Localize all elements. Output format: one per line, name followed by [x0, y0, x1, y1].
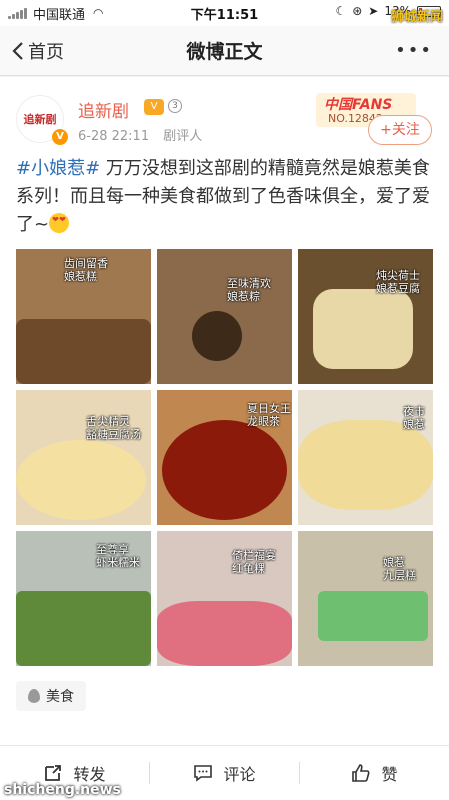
- post-card: 追新剧 V 追新剧 V 3 6-28 22:11 剧评人 中国FANS NO.1…: [0, 77, 449, 745]
- post-image[interactable]: 夜市 娘惹: [298, 390, 433, 525]
- topic-link[interactable]: #小娘惹#: [16, 158, 100, 179]
- image-caption: 倚栏福宴 红龟粿: [232, 549, 276, 575]
- food-shape: [157, 601, 292, 666]
- level-badge[interactable]: 3: [168, 99, 182, 113]
- post-text: #小娘惹# 万万没想到这部剧的精髓竟然是娘惹美食系列！而且每一种美食都做到了色香…: [16, 155, 434, 239]
- carrier-name: 中国联通: [33, 7, 86, 23]
- moon-icon: ☾: [335, 4, 347, 18]
- like-label: 赞: [381, 765, 398, 784]
- vip-badge[interactable]: V: [144, 99, 164, 115]
- post-image[interactable]: 倚栏福宴 红龟粿: [157, 531, 292, 666]
- topic-tag-label: 美食: [46, 689, 74, 705]
- comment-button[interactable]: 评论: [150, 746, 299, 800]
- image-caption: 舌尖精灵 豁糖豆腐汤: [86, 415, 141, 441]
- post-image[interactable]: 夏日女王 龙眼茶: [157, 390, 292, 525]
- status-bar: 中国联通 ◠ 下午11:51 ☾ ⊛ ➤ 13% 狮城新闻: [0, 0, 449, 26]
- back-label: 首页: [28, 41, 64, 63]
- food-shape: [16, 319, 151, 384]
- image-caption: 娘惹 九层糕: [383, 556, 416, 582]
- more-button[interactable]: •••: [395, 40, 433, 61]
- verified-icon: V: [52, 129, 68, 145]
- watermark-bottom: shicheng.news: [4, 782, 121, 798]
- image-caption: 炖尖荷士 娘惹豆腐: [376, 269, 420, 295]
- signal-icon: [8, 7, 27, 19]
- image-caption: 至味清欢 娘惹粽: [227, 277, 271, 303]
- comment-label: 评论: [223, 765, 256, 784]
- chevron-left-icon: [12, 41, 23, 60]
- food-shape: [318, 591, 428, 641]
- topic-tag[interactable]: 美食: [16, 681, 86, 711]
- image-caption: 至尊享 虾米糯米: [96, 543, 140, 569]
- post-image[interactable]: 炖尖荷士 娘惹豆腐: [298, 249, 433, 384]
- food-shape: [16, 591, 151, 666]
- image-caption: 夏日女王 龙眼茶: [247, 402, 291, 428]
- post-image[interactable]: 舌尖精灵 豁糖豆腐汤: [16, 390, 151, 525]
- heart-eyes-emoji-icon: [49, 213, 70, 233]
- watermark-top: 狮城新闻: [390, 10, 443, 25]
- post-image[interactable]: 娘惹 九层糕: [298, 531, 433, 666]
- repost-icon: [45, 765, 62, 781]
- food-shape: [298, 420, 433, 510]
- image-caption: 夜市 娘惹: [403, 405, 425, 431]
- flame-icon: [28, 689, 40, 703]
- page-title: 微博正文: [186, 41, 263, 63]
- food-shape: [313, 289, 413, 369]
- post-date: 6-28 22:11: [78, 129, 150, 144]
- location-icon: ➤: [368, 4, 379, 18]
- lock-rotation-icon: ⊛: [352, 4, 363, 18]
- post-meta: 6-28 22:11 剧评人: [78, 125, 212, 144]
- author-row: 追新剧 V 追新剧 V 3 6-28 22:11 剧评人 中国FANS NO.1…: [16, 93, 436, 149]
- post-image[interactable]: 至尊享 虾米糯米: [16, 531, 151, 666]
- image-caption: 齿间留香 娘惹糕: [64, 257, 108, 283]
- thumbs-up-icon: [352, 764, 370, 782]
- post-image[interactable]: 齿间留香 娘惹糕: [16, 249, 151, 384]
- post-source: 剧评人: [163, 129, 203, 144]
- wifi-icon: ◠: [93, 6, 104, 20]
- food-shape: [162, 420, 287, 520]
- back-button[interactable]: 首页: [12, 38, 64, 64]
- like-button[interactable]: 赞: [300, 746, 449, 800]
- food-shape: [192, 311, 242, 361]
- action-bar: 转发 评论 赞 shicheng.news: [0, 745, 449, 800]
- comment-icon: [194, 765, 213, 782]
- follow-button[interactable]: +关注: [368, 115, 432, 145]
- nav-bar: 首页 微博正文 •••: [0, 26, 449, 76]
- image-grid: 齿间留香 娘惹糕至味清欢 娘惹粽 炖尖荷士 娘惹豆腐舌尖精灵 豁糖豆腐汤 夏日女王 …: [16, 249, 434, 667]
- fans-badge-title: 中国FANS: [324, 97, 393, 113]
- author-name[interactable]: 追新剧: [78, 97, 129, 122]
- post-image[interactable]: 至味清欢 娘惹粽: [157, 249, 292, 384]
- avatar-text: 追新剧: [23, 113, 57, 126]
- food-shape: [16, 440, 146, 520]
